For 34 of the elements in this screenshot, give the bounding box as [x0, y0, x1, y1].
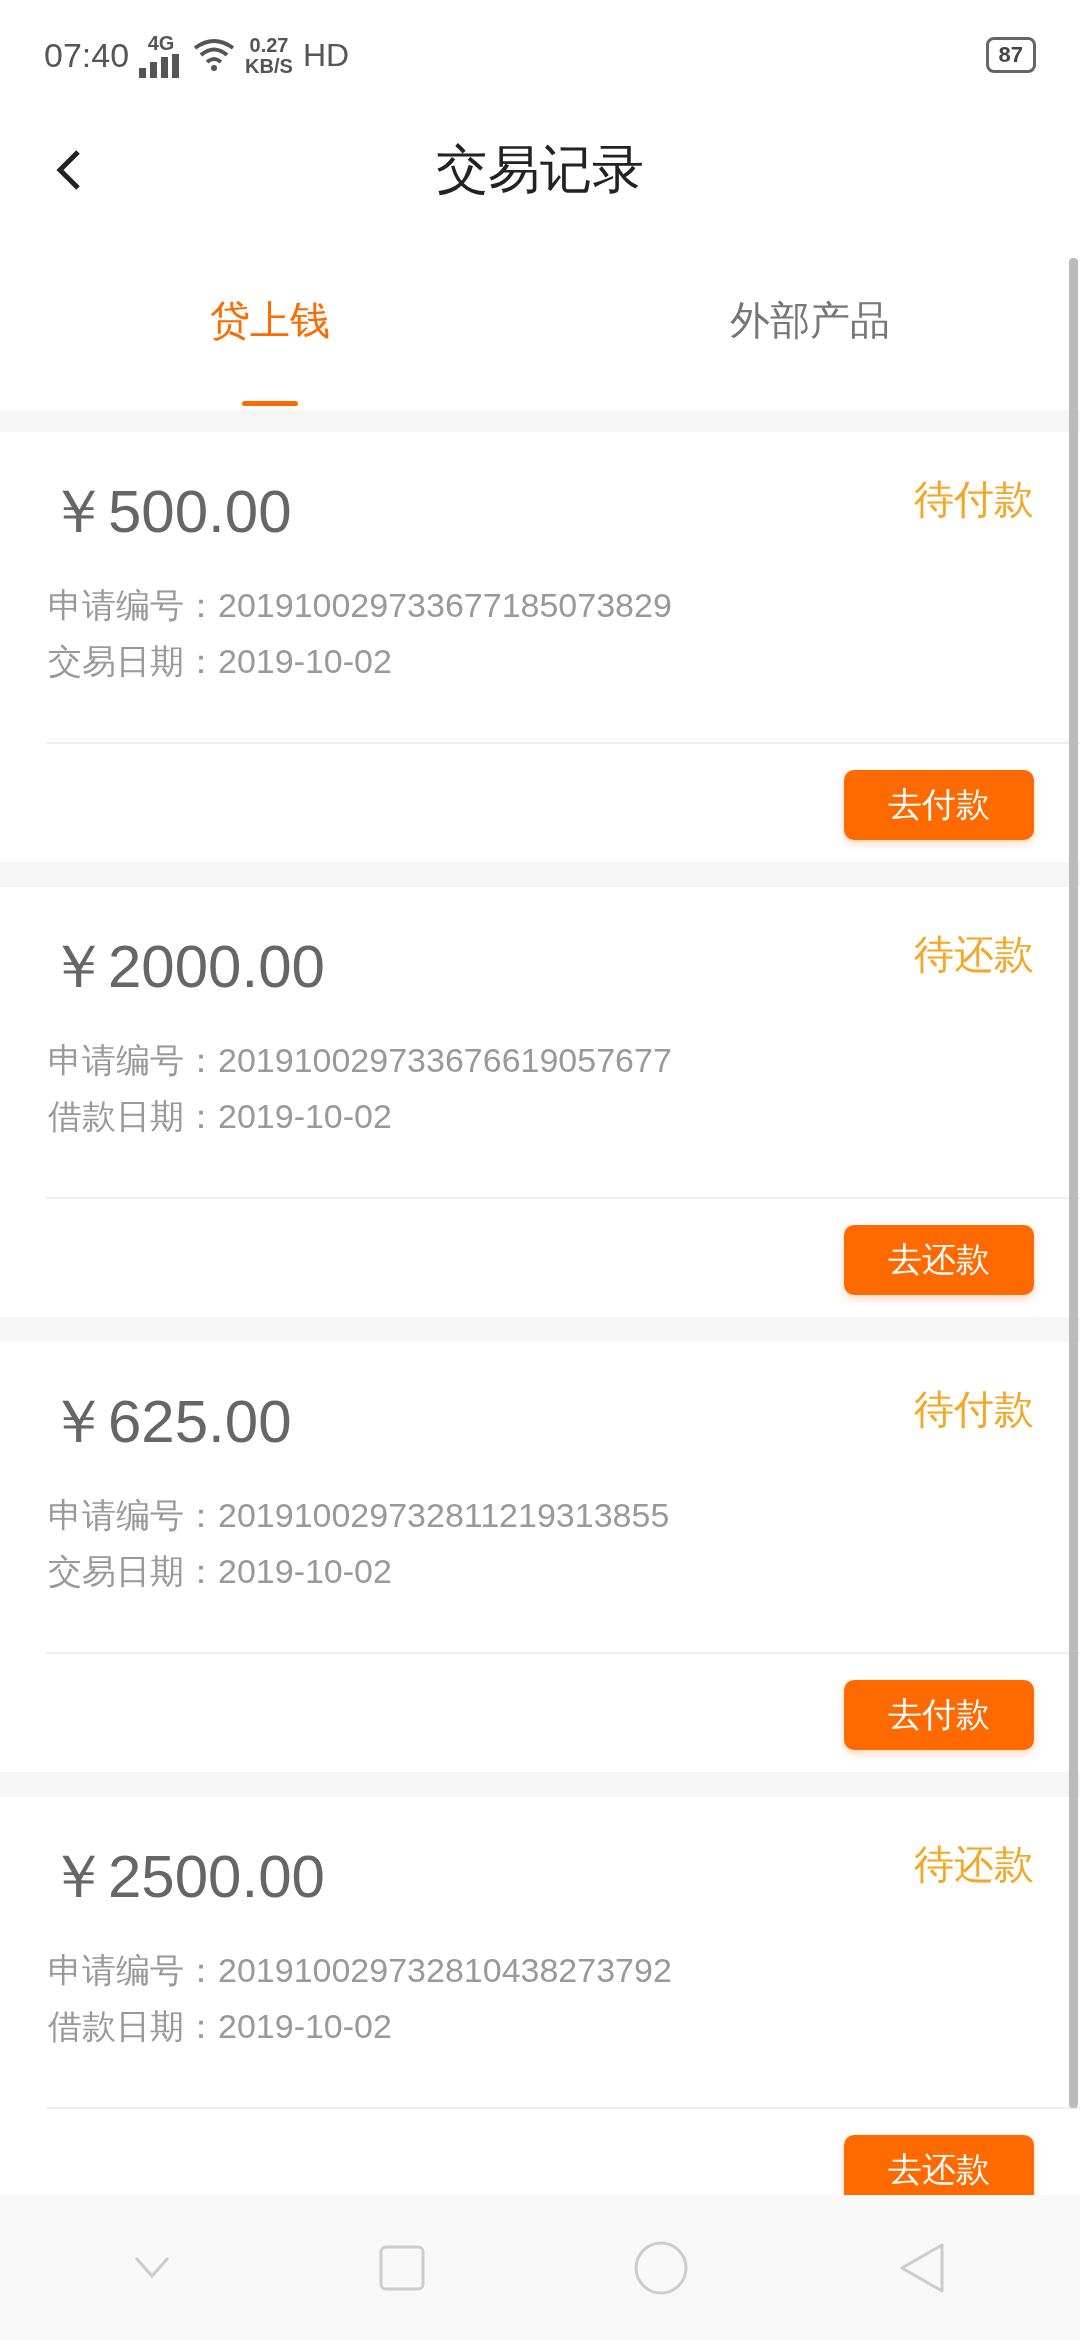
home-icon[interactable] — [633, 2239, 690, 2296]
action-button[interactable]: 去还款 — [844, 2135, 1034, 2195]
hd-indicator: HD — [302, 36, 350, 74]
record-date: 借款日期：2019-10-02 — [48, 1096, 393, 1137]
action-button[interactable]: 去付款 — [844, 770, 1034, 840]
amount: ￥2500.00 — [48, 1842, 325, 1912]
page-title: 交易记录 — [436, 139, 644, 200]
network-type: 4G — [147, 32, 175, 53]
tab[interactable]: 外部产品 — [540, 230, 1080, 410]
amount: ￥500.00 — [48, 477, 292, 547]
application-number: 申请编号：201910029733676619057677 — [48, 1040, 673, 1081]
record-status: 待还款 — [914, 931, 1034, 978]
speed-unit: KB/S — [245, 55, 293, 76]
action-button[interactable]: 去付款 — [844, 1680, 1034, 1750]
record-date: 借款日期：2019-10-02 — [48, 2006, 393, 2047]
application-number: 申请编号：201910029732810438273792 — [48, 1950, 673, 1991]
battery-level: 87 — [985, 37, 1036, 73]
recents-icon[interactable] — [378, 2244, 425, 2291]
application-number: 申请编号：201910029732811219313855 — [48, 1495, 671, 1536]
amount: ￥2000.00 — [48, 932, 325, 1002]
tab[interactable]: 贷上钱 — [0, 230, 540, 410]
record-date: 交易日期：2019-10-02 — [48, 1551, 393, 1592]
action-button[interactable]: 去还款 — [844, 1225, 1034, 1295]
record-status: 待付款 — [914, 1386, 1034, 1433]
status-time: 07:40 — [44, 35, 130, 75]
wifi-icon — [193, 38, 236, 72]
amount: ￥625.00 — [48, 1387, 292, 1457]
record-status: 待还款 — [914, 1841, 1034, 1888]
speed-value: 0.27 — [249, 34, 289, 55]
application-number: 申请编号：201910029733677185073829 — [48, 585, 673, 626]
chevron-down-icon[interactable] — [134, 2255, 171, 2280]
scrollbar[interactable] — [1069, 258, 1078, 2108]
record-date: 交易日期：2019-10-02 — [48, 641, 393, 682]
record-status: 待付款 — [914, 476, 1034, 523]
